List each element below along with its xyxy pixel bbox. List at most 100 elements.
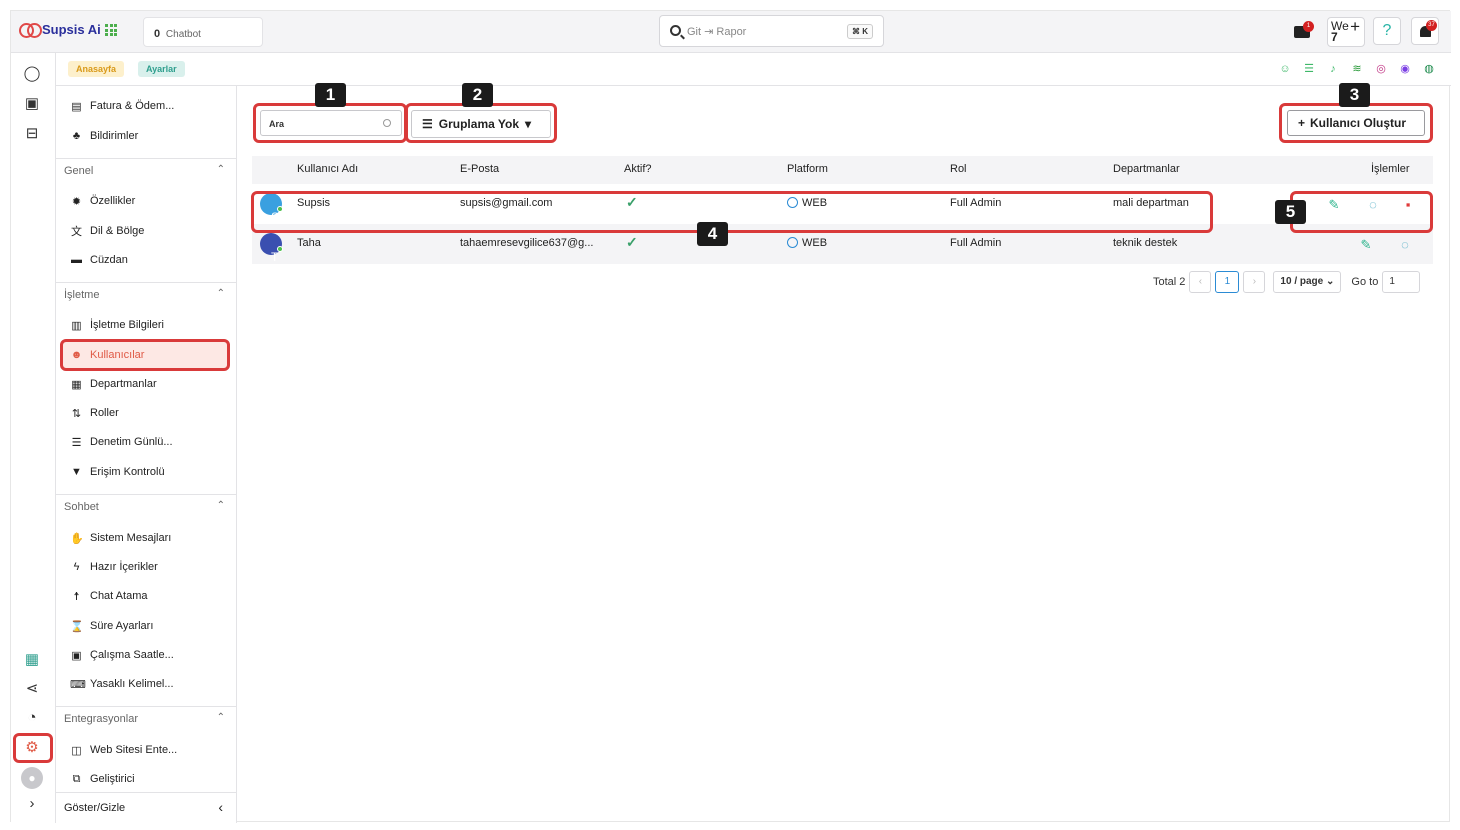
table-header: Kullanıcı Adı E-Posta Aktif? Platform Ro… — [252, 156, 1433, 184]
wifi-lock-icon: ▼ — [71, 466, 82, 478]
code-window-icon: ◫ — [71, 744, 82, 757]
panel-item-banned-words[interactable]: ⌨ Yasaklı Kelimel... — [70, 672, 230, 696]
panel-item-departments[interactable]: ▦ Departmanlar — [70, 372, 230, 396]
group-general[interactable]: Genel ⌃ — [56, 158, 237, 182]
left-rail: ◯ ▣ ⊟ ▦ ⋖ ◔ ⚙ ● › — [11, 53, 56, 823]
edit-pencil-icon[interactable]: ✎ — [1358, 237, 1374, 253]
breadcrumb-settings[interactable]: Ayarlar — [138, 61, 185, 77]
whatsapp-icon[interactable]: ◍ — [1421, 61, 1437, 77]
panel-item-website-integration[interactable]: ◫ Web Sitesi Ente... — [70, 738, 230, 762]
annotation-number-5: 5 — [1275, 200, 1306, 224]
cell-platform: WEB — [787, 237, 827, 249]
panel-item-users[interactable]: ☻ Kullanıcılar — [70, 343, 230, 367]
apps-grid-icon[interactable] — [105, 24, 117, 36]
panel-item-notifications[interactable]: ♣ Bildirimler — [70, 124, 230, 148]
panel-item-language[interactable]: 文 Dil & Bölge — [70, 219, 230, 243]
wifi-icon[interactable]: ≋ — [1349, 61, 1365, 77]
top-bar: Supsis Ai 0 Chatbot Git ⇥ Rapor ⌘ K 1 We… — [11, 11, 1451, 53]
online-status-dot — [277, 246, 283, 252]
plus-icon: + — [1350, 17, 1360, 36]
panel-item-time-settings[interactable]: ⌛ Süre Ayarları — [70, 614, 230, 638]
contact-card-icon[interactable]: ▣ — [23, 95, 41, 113]
panel-item-system-messages[interactable]: ✋ Sistem Mesajları — [70, 526, 230, 550]
settings-gear-icon[interactable]: ⚙ — [23, 739, 41, 757]
col-active[interactable]: Aktif? — [624, 163, 652, 175]
group-chat[interactable]: Sohbet ⌃ — [56, 494, 237, 518]
mail-button[interactable]: 1 — [1291, 19, 1317, 45]
keyboard-icon: ⌨ — [70, 678, 86, 691]
annotation-box-5 — [1290, 191, 1433, 233]
chatbot-selector[interactable]: 0 Chatbot — [143, 17, 263, 47]
panel-item-roles[interactable]: ⇅ Roller — [70, 401, 230, 425]
instagram-icon[interactable]: ◎ — [1373, 61, 1389, 77]
goto-page-input[interactable]: 1 — [1382, 271, 1421, 293]
mail-badge: 1 — [1303, 21, 1314, 32]
search-icon — [670, 25, 681, 36]
panel-item-developer[interactable]: ⧉ Geliştirici — [70, 767, 230, 791]
prev-page-button[interactable]: ‹ — [1189, 271, 1212, 293]
messenger-icon[interactable]: ◉ — [1397, 61, 1413, 77]
panel-item-ready-content[interactable]: ϟ Hazır İçerikler — [70, 555, 230, 579]
col-departments[interactable]: Departmanlar — [1113, 163, 1180, 175]
active-check-icon: ✓ — [626, 234, 638, 250]
annotation-number-4: 4 — [697, 222, 728, 246]
users-main: Ara 1 ☰ Gruplama Yok ▾ 2 + Kullanıcı Olu… — [237, 83, 1451, 823]
next-page-button[interactable]: › — [1243, 271, 1266, 293]
col-role[interactable]: Rol — [950, 163, 967, 175]
gear-icon: ✹ — [71, 195, 82, 208]
settings-panel: ▤ Fatura & Ödem... ♣ Bildirimler Genel ⌃… — [56, 86, 237, 823]
clock-chart-icon[interactable]: ◔ — [23, 709, 41, 727]
panel-item-features[interactable]: ✹ Özellikler — [70, 189, 230, 213]
col-email[interactable]: E-Posta — [460, 163, 499, 175]
panel-item-chat-assignment[interactable]: ☨ Chat Atama — [70, 584, 230, 608]
help-button[interactable]: ? — [1373, 17, 1401, 45]
breadcrumb-home[interactable]: Anasayfa — [68, 61, 125, 77]
chat-bubble-icon[interactable]: ◯ — [23, 65, 41, 83]
goto-label: Go to — [1351, 276, 1379, 288]
panel-item-wallet[interactable]: ▬ Cüzdan — [70, 248, 230, 272]
chevron-up-icon: ⌃ — [216, 500, 225, 511]
group-business[interactable]: İşletme ⌃ — [56, 282, 237, 306]
building-icon: ▥ — [71, 319, 82, 332]
chevron-left-icon: ‹ — [218, 799, 223, 815]
col-username[interactable]: Kullanıcı Adı — [297, 163, 358, 175]
share-icon[interactable]: ⋖ — [23, 680, 41, 698]
panel-item-billing[interactable]: ▤ Fatura & Ödem... — [70, 94, 230, 118]
notifications-badge: 37 — [1426, 20, 1437, 31]
chevron-down-icon: ⌄ — [1326, 276, 1335, 287]
group-integrations[interactable]: Entegrasyonlar ⌃ — [56, 706, 237, 730]
page-1-button[interactable]: 1 — [1215, 271, 1240, 293]
global-search-input[interactable]: Git ⇥ Rapor ⌘ K — [659, 15, 884, 47]
list-icon: ☰ — [71, 436, 82, 449]
annotation-number-2: 2 — [462, 83, 493, 107]
chatbot-label: Chatbot — [165, 29, 201, 40]
list-icon[interactable]: ☰ — [1301, 61, 1317, 77]
chevron-up-icon: ⌃ — [216, 288, 225, 299]
page-size-select[interactable]: 10 / page ⌄ — [1273, 271, 1342, 293]
user-avatar[interactable]: ● — [21, 767, 43, 789]
inbox-icon[interactable]: ⊟ — [23, 125, 41, 143]
show-hide-toggle[interactable]: Göster/Gizle ‹ — [56, 792, 237, 823]
shortcut-hint: ⌘ K — [847, 24, 873, 39]
expand-chevron-icon[interactable]: › — [23, 795, 41, 813]
panel-item-access-control[interactable]: ▼ Erişim Kontrolü — [70, 460, 230, 484]
workspace-button[interactable]: We 7 + — [1327, 17, 1365, 47]
brand-logo[interactable]: Supsis Ai — [19, 22, 101, 38]
panel-item-business-info[interactable]: ▥ İşletme Bilgileri — [70, 313, 230, 337]
panel-item-working-hours[interactable]: ▣ Çalışma Saatle... — [70, 643, 230, 667]
message-icon[interactable]: ◌ — [1397, 237, 1413, 253]
avatar: T — [260, 233, 283, 264]
pagination: Total 2 ‹ 1 › 10 / page ⌄ Go to 1 — [1153, 271, 1421, 293]
users-icon: ☻ — [70, 349, 83, 361]
bot-icon[interactable]: ☺ — [1277, 61, 1293, 77]
cell-role: Full Admin — [950, 237, 1002, 249]
cell-email: tahaemresevgilice637@g... — [460, 237, 594, 249]
notifications-button[interactable]: 37 — [1411, 17, 1439, 45]
cell-department: teknik destek — [1113, 237, 1178, 249]
voice-icon[interactable]: ♪ — [1325, 61, 1341, 77]
col-platform[interactable]: Platform — [787, 163, 828, 175]
global-search-placeholder: Git ⇥ Rapor — [687, 26, 747, 38]
dashboard-icon[interactable]: ▦ — [23, 651, 41, 669]
person-icon: ☨ — [73, 590, 80, 603]
panel-item-audit-log[interactable]: ☰ Denetim Günlü... — [70, 430, 230, 454]
